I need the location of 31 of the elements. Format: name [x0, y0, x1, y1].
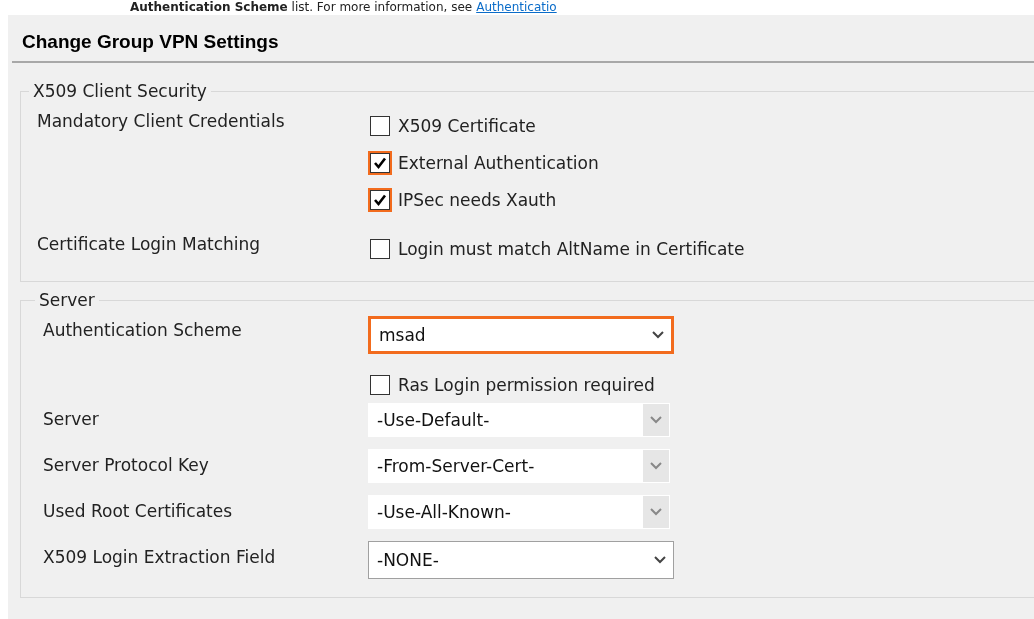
- checkbox[interactable]: [370, 374, 390, 395]
- chevron-down-icon: [651, 330, 665, 340]
- field-label: Server: [43, 409, 99, 429]
- checkbox-option[interactable]: External Authentication: [368, 144, 599, 181]
- checkmark-icon: [373, 155, 387, 170]
- dropdown[interactable]: -NONE-: [368, 541, 674, 579]
- field-label: Mandatory Client Credentials: [37, 111, 285, 131]
- checkbox[interactable]: [370, 238, 390, 259]
- field-label: Certificate Login Matching: [37, 234, 261, 254]
- field-label: Server Protocol Key: [43, 455, 209, 475]
- checkmark-icon: [373, 192, 387, 207]
- checkbox[interactable]: [370, 152, 390, 173]
- intro-link[interactable]: Authenticatio: [476, 0, 557, 15]
- chevron-down-icon: [653, 555, 667, 565]
- checkbox-option[interactable]: X509 Certificate: [368, 107, 599, 144]
- field-label: Used Root Certificates: [43, 501, 233, 521]
- dialog-title: Change Group VPN Settings: [21, 30, 280, 54]
- field-label: Authentication Scheme: [43, 320, 242, 340]
- chevron-down-icon: [649, 507, 663, 517]
- group-title: Server: [38, 290, 96, 310]
- chevron-down-icon: [649, 461, 663, 471]
- checkbox-option[interactable]: Ras Login permission required: [368, 366, 655, 403]
- checkbox[interactable]: [370, 189, 390, 210]
- group-title: X509 Client Security: [32, 81, 208, 101]
- checkbox[interactable]: [370, 115, 390, 136]
- chevron-down-icon: [649, 415, 663, 425]
- dropdown[interactable]: msad: [368, 316, 674, 354]
- intro-text: Authentication Scheme list. For more information, see: [130, 0, 473, 15]
- checkbox-option[interactable]: IPSec needs Xauth: [368, 181, 599, 218]
- field-label: X509 Login Extraction Field: [43, 547, 276, 567]
- checkbox-option[interactable]: Login must match AltName in Certificate: [368, 230, 745, 267]
